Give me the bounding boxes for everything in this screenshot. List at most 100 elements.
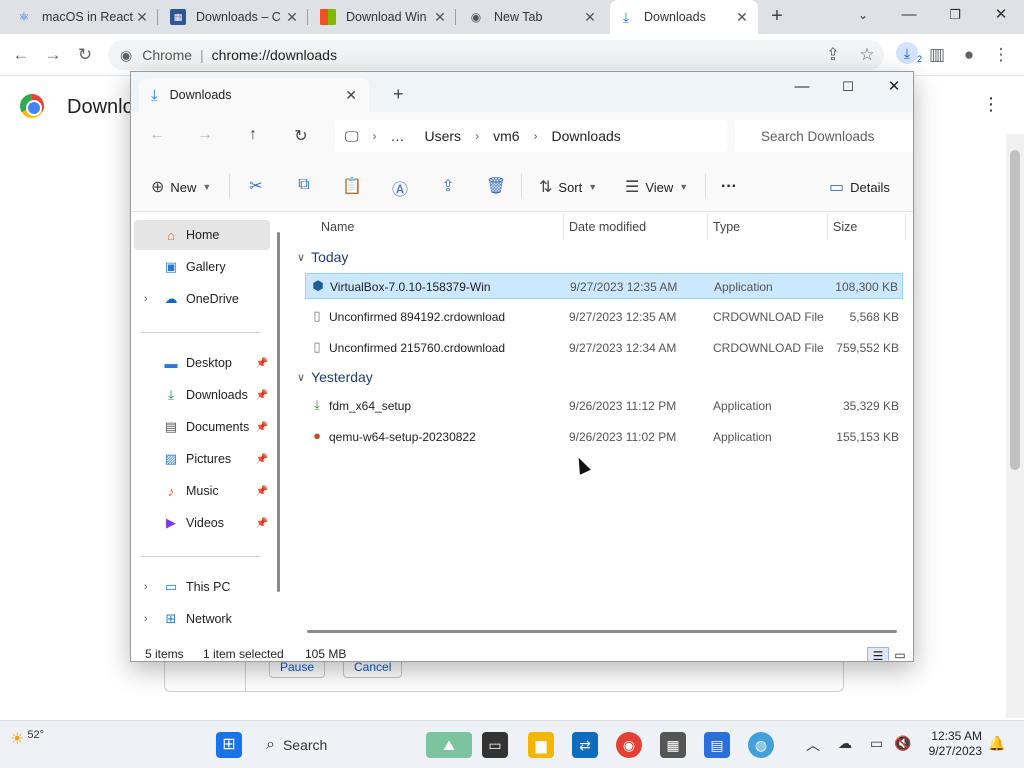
forward-icon[interactable]: → [42,44,64,66]
file-explorer-taskbar-icon[interactable]: ▆ [528,732,554,758]
chrome-taskbar-icon[interactable]: ◉ [616,732,642,758]
breadcrumb-downloads[interactable]: Downloads [552,128,621,144]
system-clock[interactable]: 12:35 AM 9/27/2023 [920,729,982,759]
chrome-tab-macos[interactable]: ⚛ macOS in React ✕ [8,0,158,34]
cloud-sync-icon[interactable]: ☁ [838,735,852,752]
display-icon[interactable]: ▭ [870,735,883,752]
column-header-date[interactable]: Date modified [569,220,646,234]
copy-icon[interactable]: ⧉ [293,176,315,194]
chrome-tab-download-win[interactable]: Download Win ✕ [312,0,456,34]
sidebar-item-music[interactable]: ♪ Music 📌 [134,476,270,506]
share-icon[interactable]: ⇪ [437,176,459,196]
forward-icon[interactable]: → [195,126,215,144]
breadcrumb[interactable]: 🖵 › … Users › vm6 › Downloads [335,120,727,152]
tab-search-icon[interactable]: ⌄ [840,0,886,34]
search-input[interactable]: Search Downloads [735,120,913,152]
calculator-icon[interactable]: ▦ [660,732,686,758]
sort-button[interactable]: ⇅ Sort ▼ [539,176,597,198]
side-panel-icon[interactable]: ▥ [926,44,948,66]
refresh-icon[interactable]: ↻ [291,126,311,146]
back-icon[interactable]: ← [10,44,32,66]
breadcrumb-users[interactable]: Users [425,128,462,144]
reload-icon[interactable]: ↻ [74,44,96,66]
group-header-today[interactable]: ∨ Today [297,249,348,265]
close-icon[interactable]: ✕ [134,9,150,26]
sidebar-item-home[interactable]: ⌂ Home [134,220,270,250]
close-window-icon[interactable]: ✕ [871,72,913,104]
cut-icon[interactable]: ✂ [245,176,267,196]
chevron-right-icon[interactable]: › [144,293,148,305]
sidebar-item-this-pc[interactable]: › ▭ This PC [134,572,270,602]
sidebar-item-desktop[interactable]: ▬ Desktop 📌 [134,348,270,378]
sidebar-item-onedrive[interactable]: › ☁ OneDrive [134,284,270,314]
close-icon[interactable]: ✕ [432,9,448,26]
start-button-icon[interactable]: ⊞ [216,732,242,758]
page-menu-icon[interactable]: ⋮ [982,94,1000,115]
breadcrumb-overflow[interactable]: … [391,128,405,144]
table-row[interactable]: ▯ Unconfirmed 894192.crdownload 9/27/202… [305,304,903,330]
notepad-icon[interactable]: ▤ [704,732,730,758]
weather-widget[interactable]: ☀ 52° [10,729,44,749]
sidebar-item-pictures[interactable]: ▨ Pictures 📌 [134,444,270,474]
new-button[interactable]: ⊕ New ▼ [151,176,211,198]
chrome-tab-downloads-active[interactable]: ⤓ Downloads ✕ [610,0,758,34]
omnibox[interactable]: ◉ Chrome | chrome://downloads [108,40,884,70]
details-view-icon[interactable]: ☰ [867,647,889,661]
profile-avatar-icon[interactable]: ● [958,44,980,66]
group-header-yesterday[interactable]: ∨ Yesterday [297,369,373,385]
minimize-icon[interactable]: — [886,0,932,34]
up-icon[interactable]: ↑ [243,126,263,144]
breadcrumb-vm6[interactable]: vm6 [493,128,519,144]
close-icon[interactable]: ✕ [284,9,300,26]
chevron-right-icon[interactable]: › [144,613,148,625]
minimize-icon[interactable]: — [779,72,825,104]
chrome-tab-new-tab[interactable]: ◉ New Tab ✕ [460,0,606,34]
chrome-tab-downloads-c[interactable]: ▦ Downloads – C ✕ [162,0,308,34]
explorer-new-tab-button[interactable]: + [393,84,404,105]
chevron-right-icon[interactable]: › [144,581,148,593]
sidebar-item-gallery[interactable]: ▣ Gallery [134,252,270,282]
delete-icon[interactable]: 🗑 [485,176,507,196]
back-icon[interactable]: ← [147,126,167,144]
sidebar-item-videos[interactable]: ▶ Videos 📌 [134,508,270,538]
table-row[interactable]: ▯ Unconfirmed 215760.crdownload 9/27/202… [305,335,903,361]
maximize-icon[interactable]: ☐ [825,72,871,104]
paste-icon[interactable]: 📋 [341,176,363,196]
chrome-menu-icon[interactable]: ⋮ [990,44,1012,66]
close-window-icon[interactable]: ✕ [978,0,1024,34]
bookmark-star-icon[interactable]: ☆ [856,44,878,66]
network-globe-icon[interactable]: ◍ [748,732,774,758]
view-button[interactable]: ☰ View ▼ [625,176,688,198]
close-icon[interactable]: ✕ [582,9,598,26]
sidebar-item-downloads[interactable]: ⤓ Downloads 📌 [134,380,270,410]
downloads-button[interactable]: ⤓ 2 [896,42,922,64]
table-row[interactable]: ⤓ fdm_x64_setup 9/26/2023 11:12 PM Appli… [305,393,903,419]
remote-desktop-icon[interactable]: ⇄ [572,732,598,758]
sidebar-item-documents[interactable]: ▤ Documents 📌 [134,412,270,442]
column-header-name[interactable]: Name [321,220,354,234]
explorer-tab-downloads[interactable]: ⤓ Downloads ✕ [139,78,369,112]
page-scrollbar[interactable] [1006,134,1024,718]
close-tab-icon[interactable]: ✕ [345,87,357,104]
share-icon[interactable]: ⇪ [822,44,844,66]
notification-bell-icon[interactable]: 🔔 [988,735,1005,752]
chevron-up-icon[interactable]: ︿ [806,735,820,755]
more-options-button[interactable]: ··· [721,176,737,198]
details-button[interactable]: ▭ Details [829,176,890,198]
taskbar-search[interactable]: ⌕ Search [258,729,418,761]
tiles-view-icon[interactable]: ▭ [889,647,911,661]
sidebar-item-network[interactable]: › ⊞ Network [134,604,270,634]
new-tab-button[interactable]: + [766,5,788,29]
navigation-scrollbar[interactable] [277,232,280,592]
qemu-icon: ● [313,428,321,443]
restore-icon[interactable]: ❐ [932,0,978,34]
table-row[interactable]: ⬢ VirtualBox-7.0.10-158379-Win 9/27/2023… [305,273,903,299]
horizontal-scrollbar[interactable] [307,630,897,633]
column-header-size[interactable]: Size [833,220,857,234]
column-header-type[interactable]: Type [713,220,740,234]
task-view-icon[interactable]: ▭ [482,732,508,758]
rename-icon[interactable]: Ⓐ [389,176,411,200]
volume-muted-icon[interactable]: 🔇 [894,735,911,752]
close-icon[interactable]: ✕ [734,9,750,26]
table-row[interactable]: ● qemu-w64-setup-20230822 9/26/2023 11:0… [305,424,903,450]
